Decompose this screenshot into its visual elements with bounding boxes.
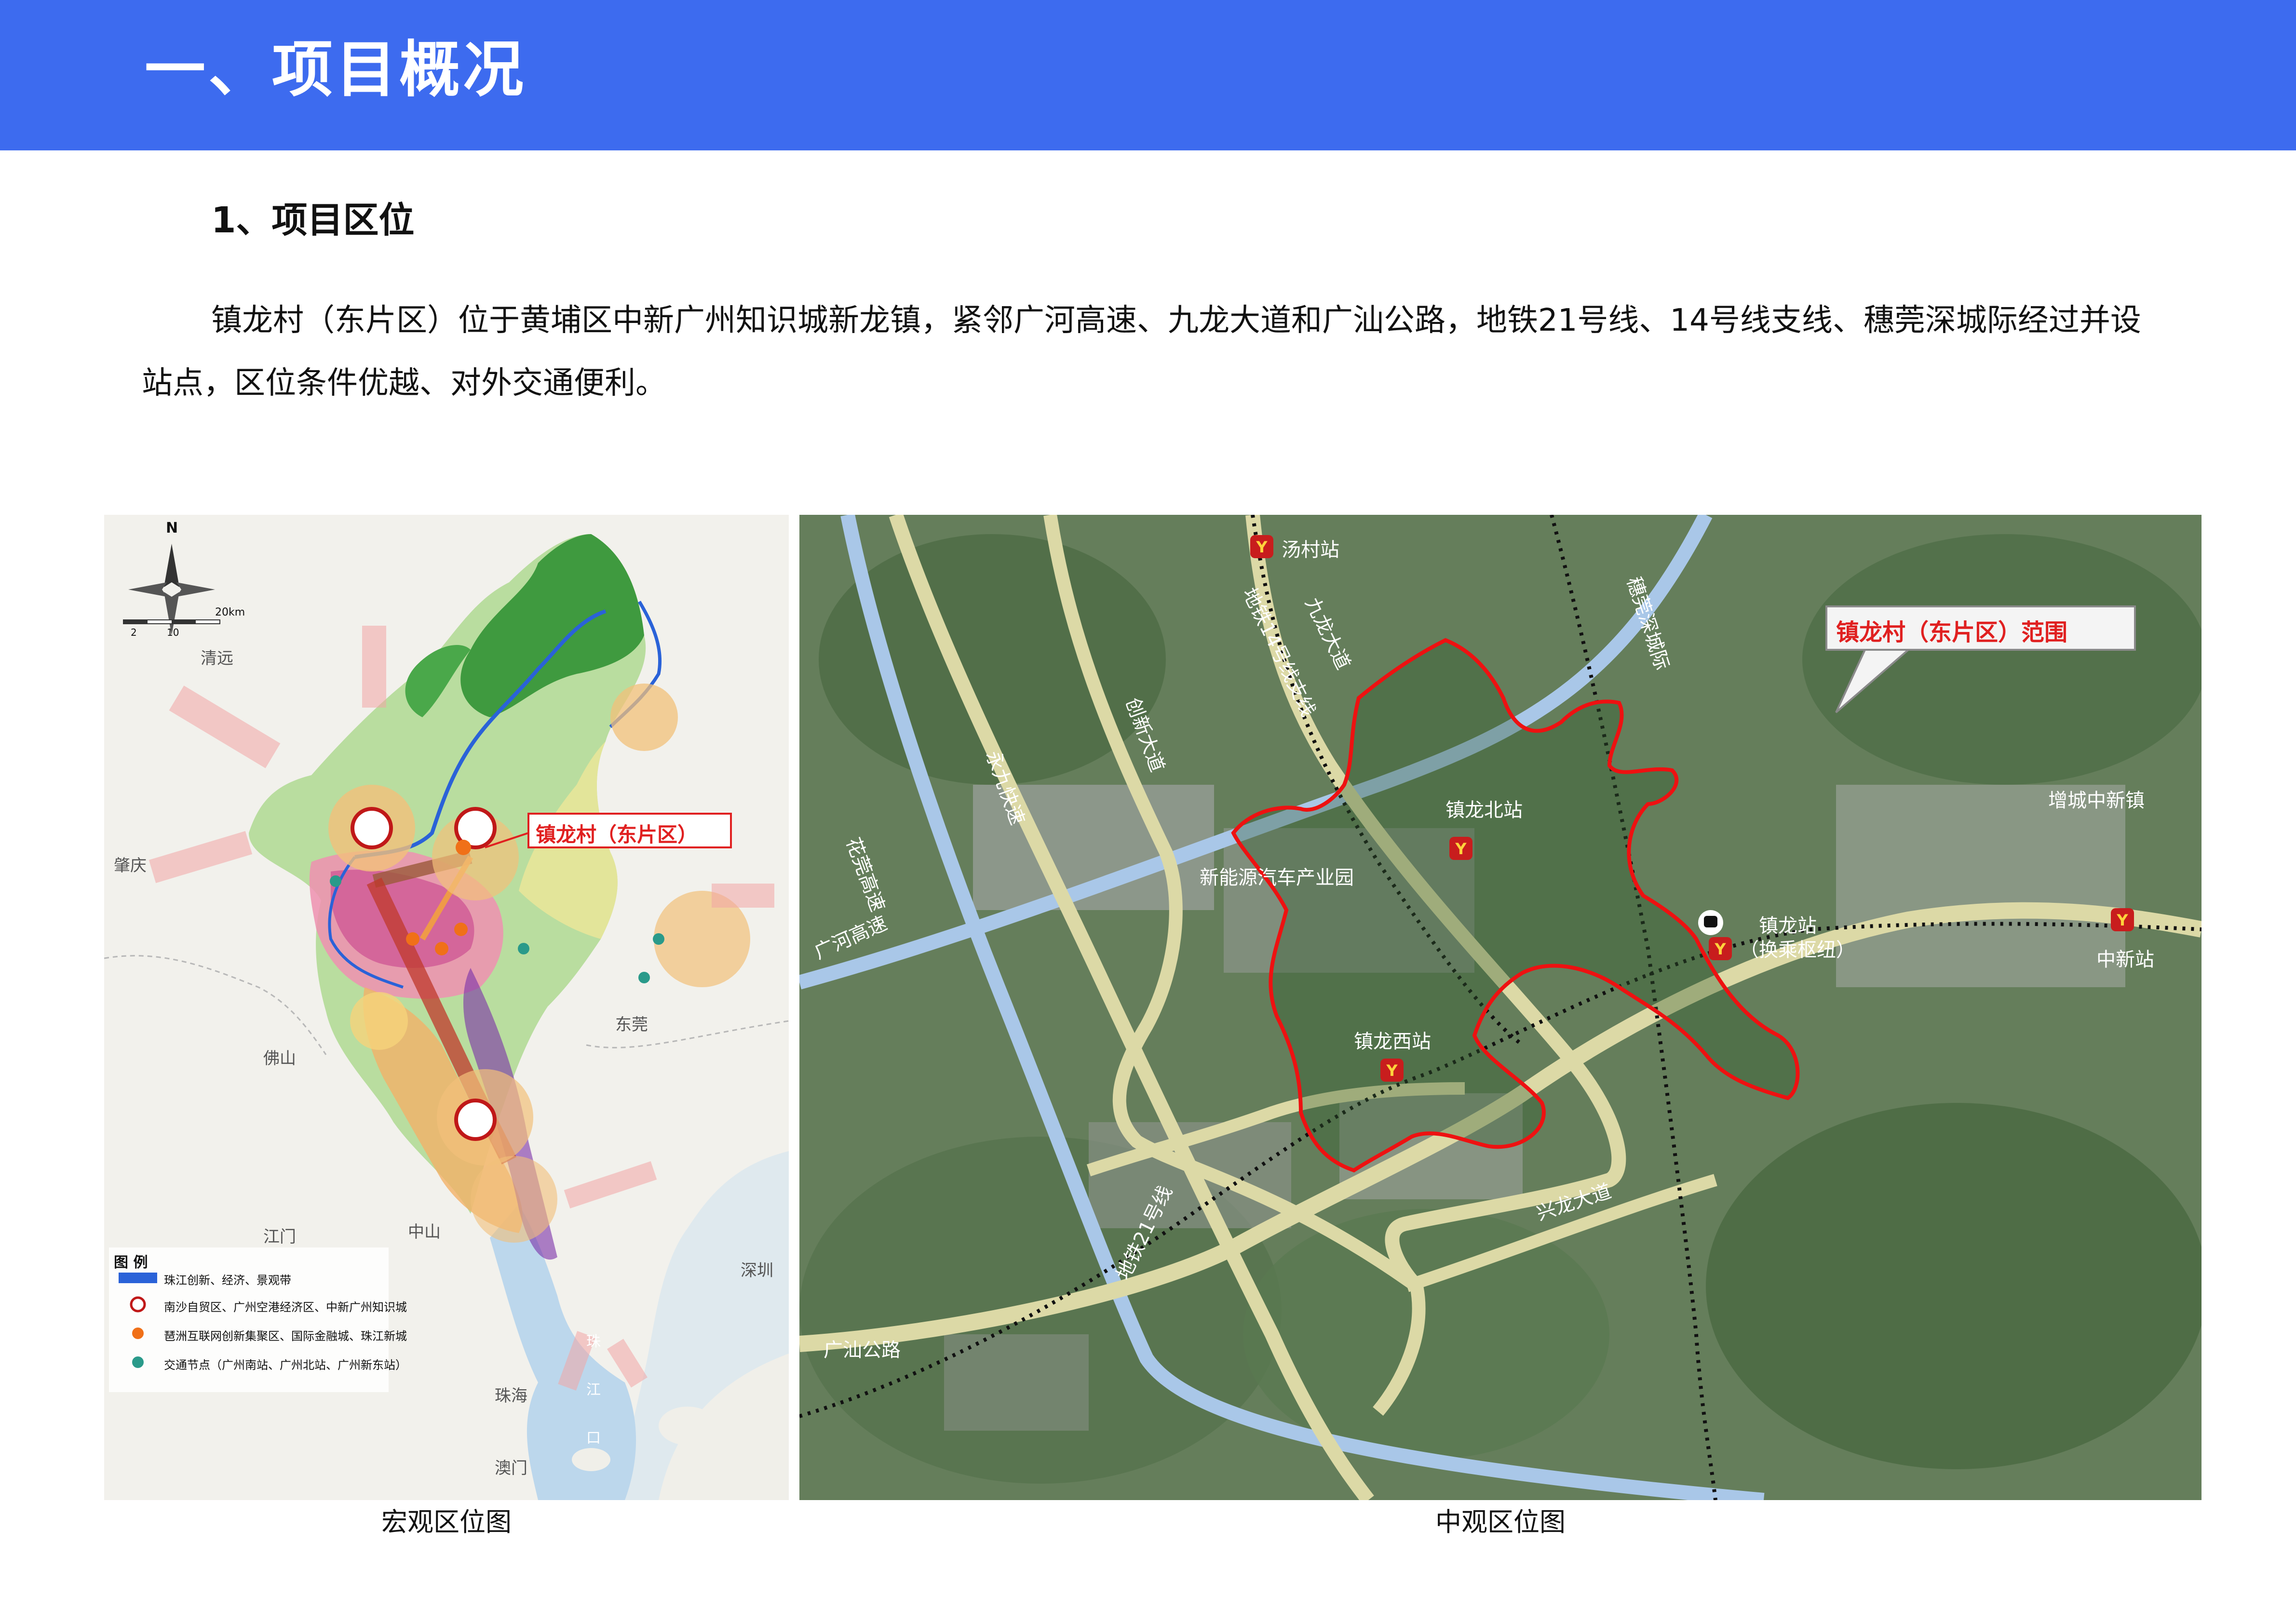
sea-label: 珠: [586, 1333, 601, 1350]
north-label: N: [166, 520, 178, 537]
city-label: 澳门: [495, 1459, 527, 1478]
legend-item: 琶洲互联网创新集聚区、国际金融城、珠江新城: [164, 1329, 407, 1343]
city-label: 东莞: [615, 1015, 648, 1034]
legend-title: 图 例: [114, 1254, 148, 1271]
station-label: 镇龙西站: [1354, 1031, 1431, 1053]
road-label: 九龙大道: [1300, 594, 1355, 673]
road-label: 地铁21号线: [1112, 1182, 1177, 1284]
legend-item: 珠江创新、经济、景观带: [164, 1274, 291, 1287]
macro-callout-label: 镇龙村（东片区）: [536, 823, 698, 846]
sea-label: 口: [586, 1430, 601, 1447]
city-label: 珠海: [495, 1386, 527, 1406]
station-label: 汤村站: [1282, 539, 1339, 561]
road-label: 创新大道: [1121, 695, 1169, 775]
sea-label: 江: [586, 1382, 601, 1398]
city-label: 清远: [201, 649, 233, 668]
road-label: 广汕公路: [824, 1339, 901, 1361]
macro-location-map: N 20km 2 10 镇龙村（东片区） 清远 肇庆 佛山 东莞 江门 中山 深…: [104, 515, 789, 1500]
station-label: 中新站: [2096, 949, 2154, 971]
road-label: 永九快速: [981, 748, 1029, 828]
scale-tick-label: 2: [131, 627, 137, 638]
macro-map-caption: 宏观区位图: [381, 1507, 512, 1537]
page-title: 一、项目概况: [145, 34, 527, 105]
legend-item: 南沙自贸区、广州空港经济区、中新广州知识城: [164, 1301, 407, 1314]
header-banner: 一、项目概况: [0, 0, 2296, 150]
city-label: 佛山: [263, 1049, 296, 1068]
meso-map-caption: 中观区位图: [1435, 1507, 1566, 1537]
city-label: 深圳: [741, 1261, 773, 1280]
road-label: 兴龙大道: [1534, 1180, 1614, 1225]
area-label: 增城中新镇: [2048, 790, 2145, 812]
station-label: （换乘枢纽）: [1740, 939, 1855, 961]
intro-paragraph: 镇龙村（东片区）位于黄埔区中新广州知识城新龙镇，紧邻广河高速、九龙大道和广汕公路…: [142, 303, 2141, 401]
city-label: 肇庆: [114, 856, 147, 875]
station-label: 镇龙北站: [1445, 799, 1523, 821]
scale-label: 20km: [215, 606, 245, 618]
area-label: 新能源汽车产业园: [1200, 867, 1354, 889]
scale-tick-label: 10: [167, 627, 179, 638]
meso-location-map: Y Y Y Y Y 镇龙村（东片区）范围 汤村站 镇龙北站 镇龙站 （换乘枢纽）…: [799, 515, 2201, 1500]
city-label: 江门: [263, 1227, 296, 1247]
road-label: 花莞高速: [841, 834, 889, 915]
road-label: 广河高速: [811, 912, 891, 964]
meso-callout-label: 镇龙村（东片区）范围: [1836, 619, 2068, 646]
legend-item: 交通节点（广州南站、广州北站、广州新东站）: [164, 1358, 407, 1372]
road-label: 穗莞深城际: [1622, 574, 1674, 673]
section-heading: 1、项目区位: [211, 200, 415, 241]
city-label: 中山: [408, 1222, 441, 1242]
